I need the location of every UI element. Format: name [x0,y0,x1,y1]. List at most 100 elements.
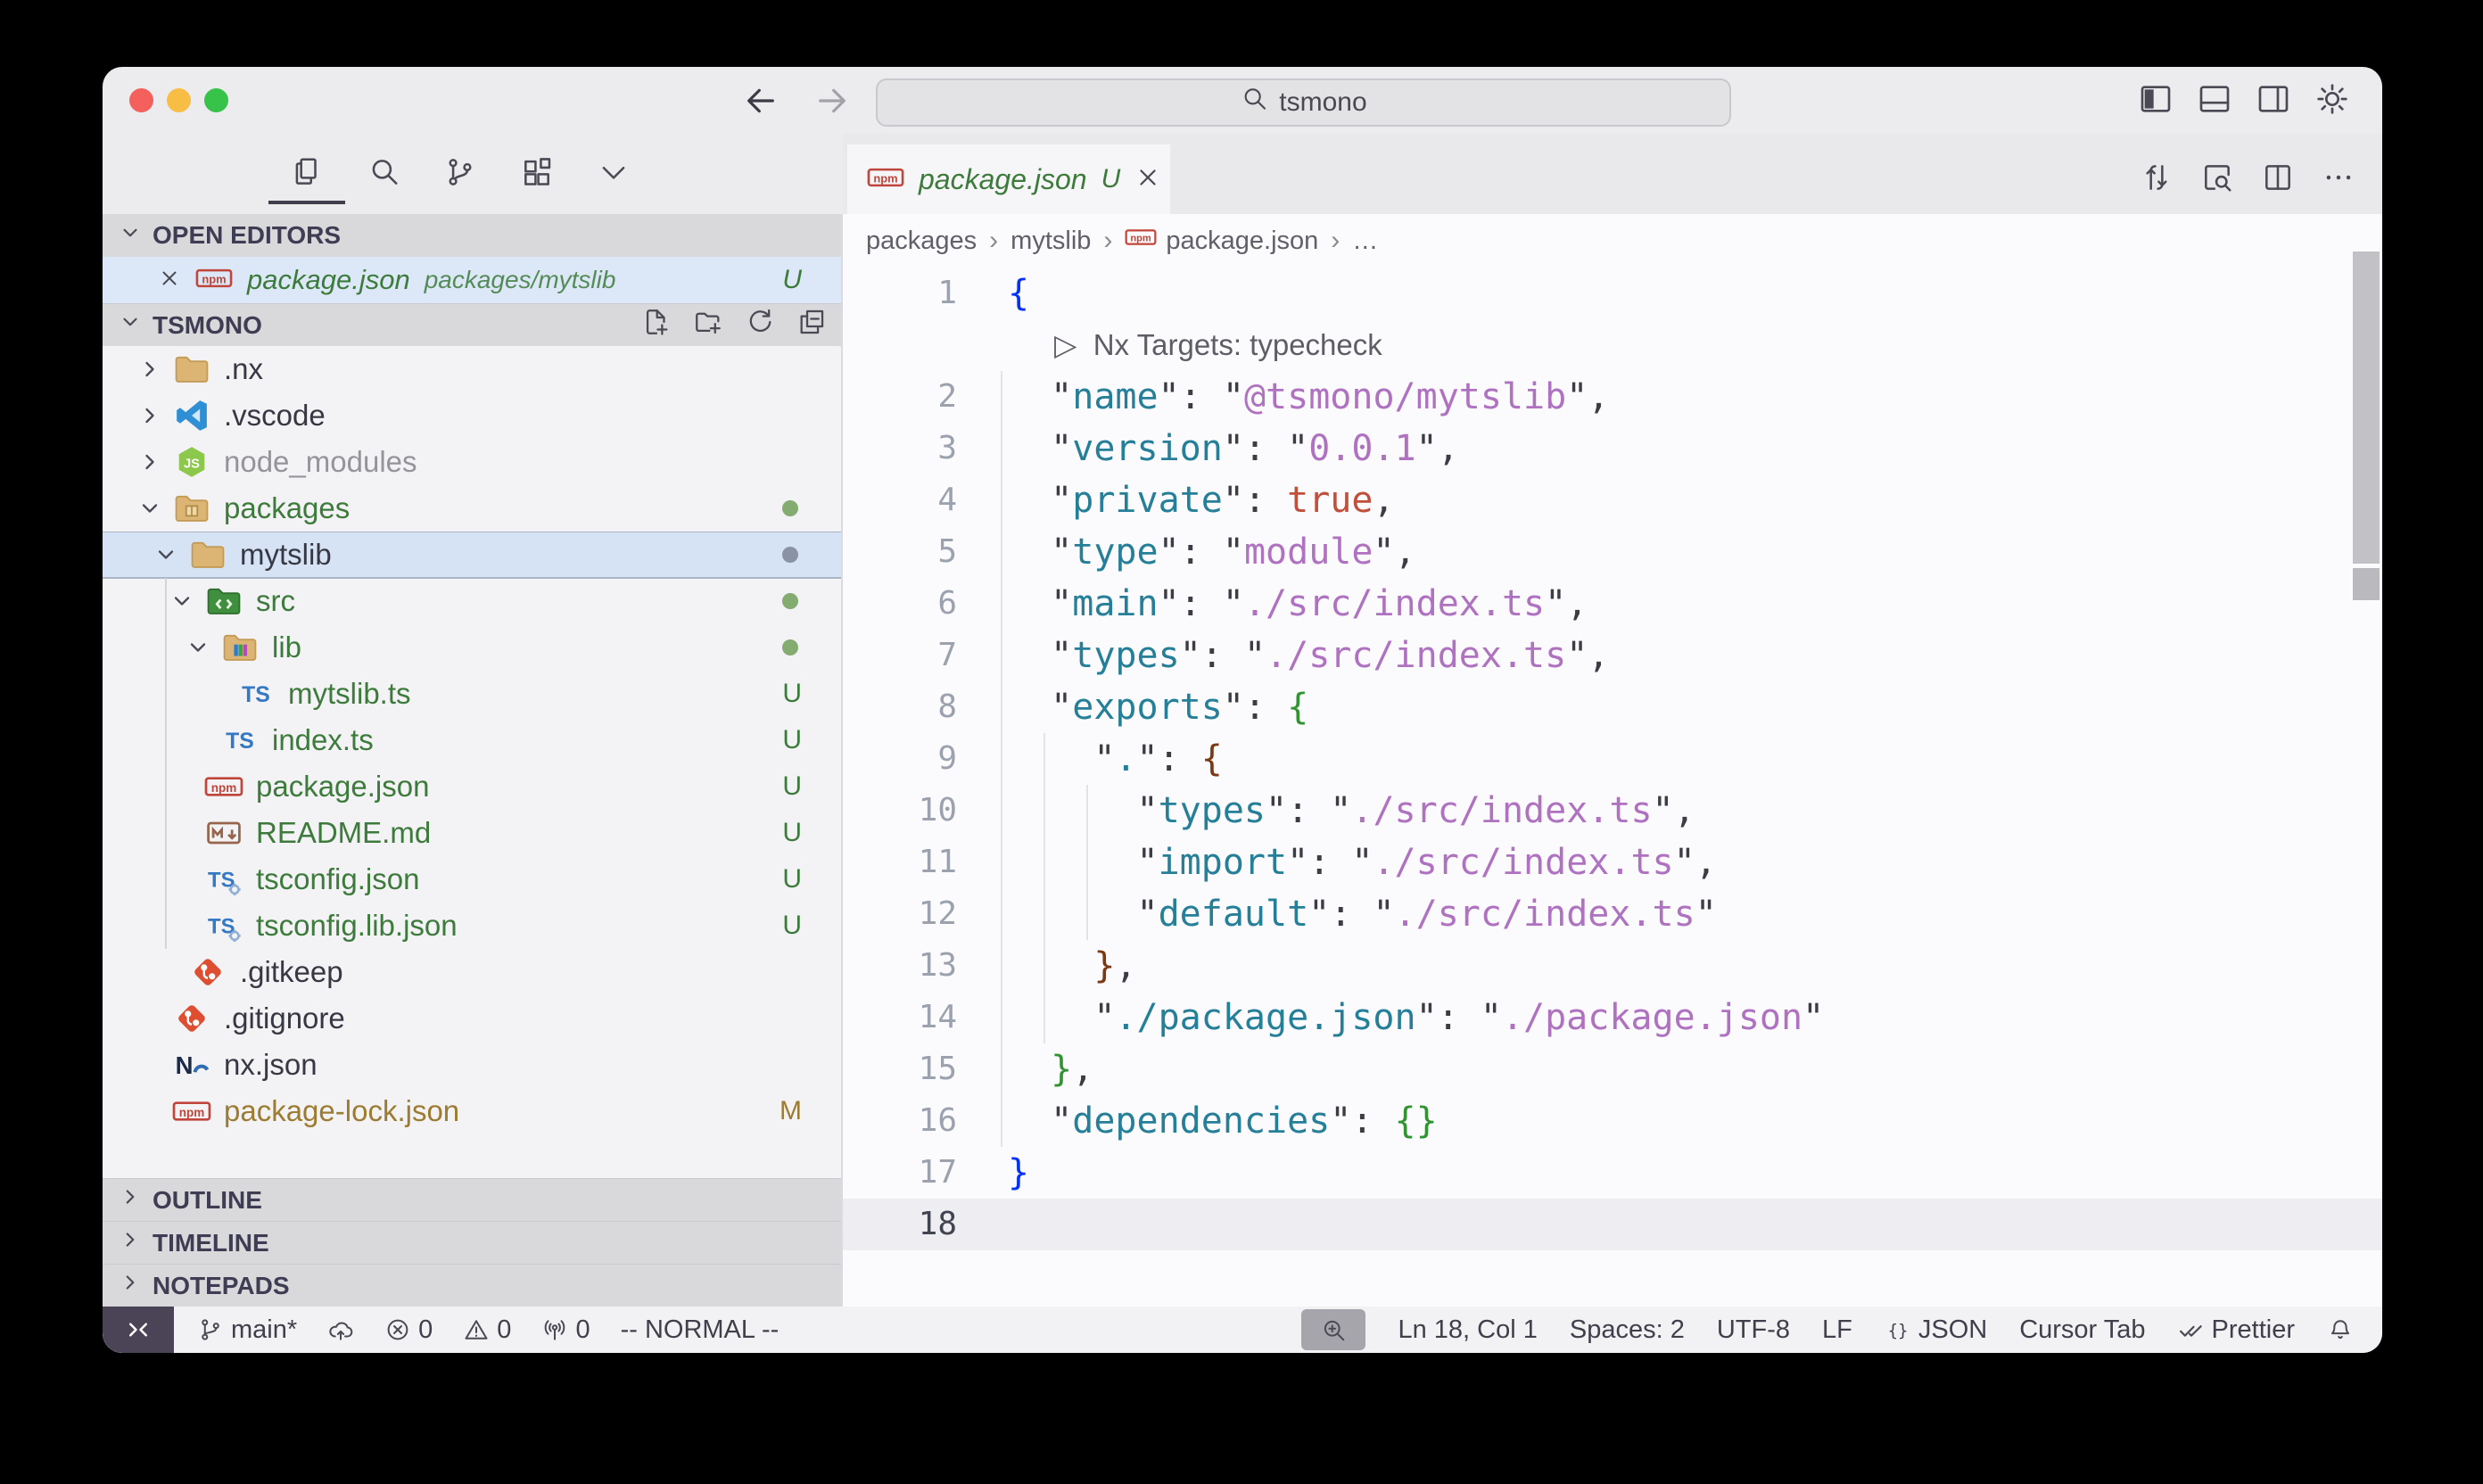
open-changes-icon[interactable] [2140,161,2174,199]
status-item-eol[interactable]: LF [1822,1315,1852,1345]
code-line-10[interactable]: 10 "types": "./src/index.ts", [843,785,2382,837]
tree-item-index-ts[interactable]: TSindex.tsU [103,717,841,763]
code-line-18[interactable]: 18 [843,1199,2382,1250]
code-line-15[interactable]: 15 }, [843,1043,2382,1095]
remote-indicator[interactable] [103,1307,174,1353]
code-line-16[interactable]: 16 "dependencies": {} [843,1095,2382,1147]
status-item-ports[interactable]: 0 [541,1315,590,1345]
status-item-errors[interactable]: 0 [384,1315,433,1345]
toggle-panel-icon[interactable] [2197,81,2232,121]
status-item-formatter[interactable]: Prettier [2178,1315,2295,1345]
tree-item-package-lock-json[interactable]: npmpackage-lock.jsonM [103,1088,841,1134]
svg-text:{}: {} [1888,1321,1909,1340]
tree-item-tsconfig-lib-json[interactable]: TStsconfig.lib.jsonU [103,903,841,949]
section-header-outline[interactable]: OUTLINE [103,1178,841,1221]
code-line-14[interactable]: 14 "./package.json": "./package.json" [843,992,2382,1043]
code-line-2[interactable]: 2 "name": "@tsmono/mytslib", [843,371,2382,423]
status-item-cursor-position[interactable]: Ln 18, Col 1 [1398,1315,1537,1345]
forward-icon[interactable] [814,83,850,123]
status-item-notifications[interactable] [2327,1315,2354,1345]
tree-item-lib[interactable]: lib [103,624,841,671]
breadcrumb-item[interactable]: mytslib [1011,227,1091,256]
tree-item-node-modules[interactable]: JSnode_modules [103,439,841,485]
code-line-17[interactable]: 17} [843,1147,2382,1199]
code-line-12[interactable]: 12 "default": "./src/index.ts" [843,888,2382,940]
tree-item-nx-json[interactable]: Nnx.json [103,1042,841,1088]
activity-item-search[interactable] [365,144,402,204]
code-line-3[interactable]: 3 "version": "0.0.1", [843,423,2382,474]
settings-gear-icon[interactable] [2314,81,2350,121]
tree-item-mytslib-ts[interactable]: TSmytslib.tsU [103,671,841,717]
twistie-closed-icon[interactable] [128,449,172,474]
activity-item-source-control[interactable] [441,144,479,204]
tab-close-icon[interactable] [1134,164,1161,195]
status-item-sync[interactable] [327,1315,354,1345]
tree-item--nx[interactable]: .nx [103,346,841,392]
code-line-7[interactable]: 7 "types": "./src/index.ts", [843,630,2382,681]
section-header-notepads[interactable]: NOTEPADS [103,1264,841,1307]
activity-item-explorer[interactable] [288,144,326,204]
activity-item-more-views[interactable] [595,144,632,204]
back-icon[interactable] [743,83,779,123]
tree-item-src[interactable]: src [103,578,841,624]
code-line-13[interactable]: 13 }, [843,940,2382,992]
section-header-timeline[interactable]: TIMELINE [103,1221,841,1264]
code-line-9[interactable]: 9 ".": { [843,733,2382,785]
twistie-closed-icon[interactable] [128,357,172,382]
status-item-warnings[interactable]: 0 [463,1315,511,1345]
tree-item-README-md[interactable]: README.mdU [103,810,841,856]
code-line-5[interactable]: 5 "type": "module", [843,526,2382,578]
breadcrumb-item[interactable]: packages [866,227,977,256]
activity-item-extensions[interactable] [518,144,556,204]
command-center-text: tsmono [1279,87,1366,118]
toggle-secondary-sidebar-icon[interactable] [2256,81,2291,121]
zoom-window-button[interactable] [204,88,228,112]
twistie-open-icon[interactable] [176,635,220,660]
status-item-indentation[interactable]: Spaces: 2 [1570,1315,1685,1345]
tree-item--gitignore[interactable]: .gitignore [103,995,841,1042]
more-actions-icon[interactable] [2322,161,2355,199]
workspace-header[interactable]: TSMONO [103,303,841,346]
code-line-1[interactable]: 1{ [843,268,2382,319]
tree-item-mytslib[interactable]: mytslib [103,532,841,578]
close-window-button[interactable] [129,88,153,112]
code-line-8[interactable]: 8 "exports": { [843,681,2382,733]
code-line-6[interactable]: 6 "main": "./src/index.ts", [843,578,2382,630]
status-item-language-mode[interactable]: {}JSON [1885,1315,1987,1345]
tree-item--vscode[interactable]: .vscode [103,392,841,439]
editor-scrollbar[interactable] [2353,251,2380,564]
breadcrumb-item[interactable]: npmpackage.json [1125,226,1318,256]
refresh-explorer-icon[interactable] [745,307,775,343]
close-editor-icon[interactable] [158,267,181,294]
collapse-folders-icon[interactable] [796,307,827,343]
new-folder-icon[interactable] [693,307,723,343]
tree-item-package-json[interactable]: npmpackage.jsonU [103,763,841,810]
status-item-vim-mode[interactable]: -- NORMAL -- [621,1315,780,1345]
status-item-branch[interactable]: main* [197,1315,297,1345]
new-file-icon[interactable] [641,307,672,343]
code-line-11[interactable]: 11 "import": "./src/index.ts", [843,837,2382,888]
tree-item-packages[interactable]: packages [103,485,841,532]
open-editor-item[interactable]: npm package.json packages/mytslib U [103,257,841,303]
status-item-cursor-tab[interactable]: Cursor Tab [2019,1315,2145,1345]
breadcrumb-item[interactable]: … [1352,227,1378,256]
status-item-encoding[interactable]: UTF-8 [1717,1315,1790,1345]
split-editor-icon[interactable] [2261,161,2295,199]
tree-item--gitkeep[interactable]: .gitkeep [103,949,841,995]
twistie-open-icon[interactable] [128,496,172,521]
tree-item-tsconfig-json[interactable]: TStsconfig.jsonU [103,856,841,903]
git-status-badge: U [782,911,802,941]
open-editors-header[interactable]: OPEN EDITORS [103,214,841,257]
command-center-search[interactable]: tsmono [876,78,1731,127]
twistie-closed-icon[interactable] [128,403,172,428]
codelens-nx-targets[interactable]: ▷ Nx Targets: typecheck [843,319,2382,371]
minimize-window-button[interactable] [167,88,191,112]
braces-icon: {} [1885,1315,1911,1345]
toggle-primary-sidebar-icon[interactable] [2138,81,2174,121]
status-item-zoom-indicator[interactable] [1301,1309,1365,1350]
open-editors-search-icon[interactable] [2200,161,2234,199]
code-line-4[interactable]: 4 "private": true, [843,474,2382,526]
twistie-open-icon[interactable] [144,542,188,567]
code-area[interactable]: 1{▷ Nx Targets: typecheck2 "name": "@tsm… [843,268,2382,1307]
tab-package-json[interactable]: npm package.json U [847,144,1170,214]
